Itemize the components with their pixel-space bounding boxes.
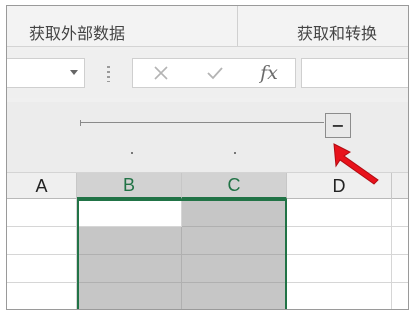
cell-b1[interactable] <box>77 199 182 227</box>
column-header-b-label: B <box>122 174 135 195</box>
cell-b4[interactable] <box>77 283 182 309</box>
cell-e3[interactable] <box>392 255 408 283</box>
insert-function-button[interactable]: fx <box>243 59 295 87</box>
outline-bracket-start <box>80 120 81 126</box>
collapse-group-button[interactable]: − <box>325 113 351 138</box>
chevron-down-icon[interactable] <box>70 70 78 75</box>
minus-icon: − <box>331 115 345 135</box>
cell-b3[interactable] <box>77 255 182 283</box>
cell-c4[interactable] <box>182 283 287 309</box>
column-header-a[interactable]: A <box>7 173 77 199</box>
cancel-button[interactable] <box>135 59 187 87</box>
cell-d3[interactable] <box>287 255 392 283</box>
cell-a3[interactable] <box>7 255 77 283</box>
cell-a4[interactable] <box>7 283 77 309</box>
outline-dot-c <box>234 152 236 154</box>
check-icon <box>207 67 223 80</box>
group-label-get-and-transform[interactable]: 获取和转换 <box>297 20 377 44</box>
column-header-c-label: C <box>227 174 241 195</box>
outline-bracket-line <box>80 122 324 123</box>
group-separator <box>237 6 238 46</box>
formula-buttons: fx <box>132 58 296 88</box>
function-icon: fx <box>260 62 278 84</box>
column-header-a-label: A <box>35 175 48 196</box>
cell-e4[interactable] <box>392 283 408 309</box>
cell-a2[interactable] <box>7 227 77 255</box>
column-header-e-partial[interactable] <box>392 173 408 199</box>
cell-d1[interactable] <box>287 199 392 227</box>
cell-e2[interactable] <box>392 227 408 255</box>
cell-c2[interactable] <box>182 227 287 255</box>
cell-d2[interactable] <box>287 227 392 255</box>
cell-b2[interactable] <box>77 227 182 255</box>
formula-input[interactable] <box>301 58 408 88</box>
ribbon-group-labels: 获取外部数据 获取和转换 <box>7 6 408 47</box>
cell-a1[interactable] <box>7 199 77 227</box>
column-header-b[interactable]: B <box>77 173 182 199</box>
group-label-get-external-data[interactable]: 获取外部数据 <box>29 20 125 44</box>
worksheet-grid <box>7 199 408 309</box>
formula-bar-resize-grip[interactable] <box>107 66 110 82</box>
red-pointer-arrow-icon <box>333 143 379 185</box>
cell-c3[interactable] <box>182 255 287 283</box>
cell-d4[interactable] <box>287 283 392 309</box>
cell-e1[interactable] <box>392 199 408 227</box>
name-box[interactable] <box>7 58 85 88</box>
enter-button[interactable] <box>189 59 241 87</box>
outline-dot-b <box>131 152 133 154</box>
formula-bar: fx <box>7 50 408 98</box>
column-header-c[interactable]: C <box>182 173 287 199</box>
cell-c1[interactable] <box>182 199 287 227</box>
close-icon <box>154 66 168 80</box>
